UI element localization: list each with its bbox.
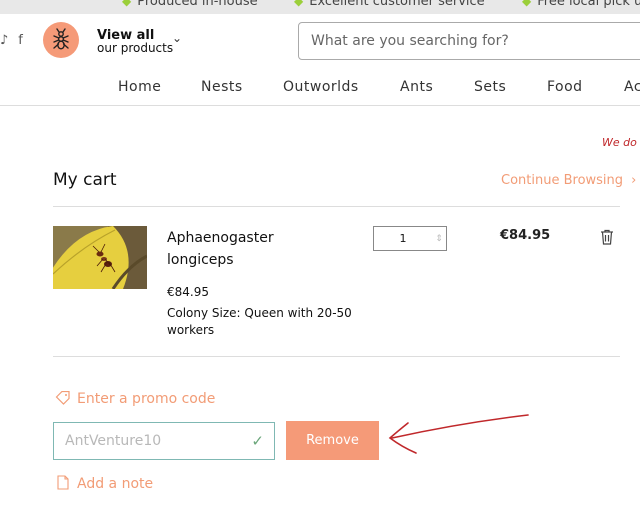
add-note-label: Add a note — [77, 476, 154, 492]
line-total: €84.95 — [500, 228, 551, 243]
tag-icon — [55, 390, 70, 405]
nav-item-home[interactable]: Home — [118, 79, 161, 95]
annotation-arrow — [388, 414, 529, 454]
cart-title: My cart — [53, 170, 117, 190]
nav-item-accessories[interactable]: Ac — [624, 79, 640, 95]
product-price: €84.95 — [167, 285, 209, 299]
search-input[interactable] — [299, 23, 640, 59]
quantity-stepper[interactable]: 1 ⇕ — [373, 226, 447, 251]
promo-code-input[interactable] — [54, 423, 256, 459]
product-name[interactable]: longiceps — [167, 252, 234, 268]
check-icon: ◆ — [294, 0, 304, 8]
nav-item-food[interactable]: Food — [547, 79, 583, 95]
chevron-right-icon: › — [631, 173, 637, 188]
search-box[interactable] — [298, 22, 640, 60]
remove-promo-button[interactable]: Remove — [286, 421, 379, 460]
cart-divider — [53, 206, 620, 207]
product-name[interactable]: Aphaenogaster — [167, 230, 274, 246]
quantity-spinner-icon[interactable]: ⇕ — [432, 234, 446, 244]
product-option: workers — [167, 323, 215, 337]
facebook-icon[interactable]: f — [18, 33, 23, 48]
view-all-subtitle[interactable]: our products — [97, 41, 173, 55]
promo-code-link[interactable]: Enter a promo code — [55, 390, 216, 407]
banner-item: ◆ Free local pick up — [522, 0, 640, 9]
main-nav: Home Nests Outworlds Ants Sets Food Ac — [0, 79, 640, 97]
checkmark-icon: ✓ — [251, 432, 264, 450]
social-links: ♪ f — [0, 33, 33, 48]
check-icon: ◆ — [122, 0, 132, 8]
banner-item: ◆ Produced in-house — [122, 0, 258, 9]
nav-item-nests[interactable]: Nests — [201, 79, 243, 95]
add-note-link[interactable]: Add a note — [57, 475, 153, 492]
quantity-value[interactable]: 1 — [374, 232, 432, 245]
trash-icon[interactable] — [598, 228, 616, 246]
nav-item-ants[interactable]: Ants — [400, 79, 433, 95]
note-icon — [57, 475, 69, 490]
logo[interactable] — [43, 22, 79, 58]
top-banner: ◆ Produced in-house ◆ Excellent customer s… — [0, 0, 640, 14]
check-icon: ◆ — [522, 0, 532, 8]
banner-item: ◆ Excellent customer service — [294, 0, 485, 9]
chevron-down-icon[interactable]: ⌄ — [172, 31, 182, 45]
product-image[interactable] — [53, 226, 147, 289]
product-option: Colony Size: Queen with 20-50 — [167, 306, 352, 320]
ant-on-leaf-photo — [53, 226, 147, 289]
shipping-notice: We do — [602, 136, 637, 149]
nav-divider — [0, 105, 640, 106]
continue-browsing-link[interactable]: Continue Browsing › — [501, 173, 636, 188]
nav-item-outworlds[interactable]: Outworlds — [283, 79, 359, 95]
promo-code-label: Enter a promo code — [77, 391, 216, 407]
cart-divider — [53, 356, 620, 357]
nav-item-sets[interactable]: Sets — [474, 79, 506, 95]
continue-browsing-label: Continue Browsing — [501, 173, 624, 188]
tiktok-icon[interactable]: ♪ — [0, 33, 8, 48]
promo-code-field[interactable]: ✓ — [53, 422, 275, 460]
ant-icon — [53, 28, 69, 50]
